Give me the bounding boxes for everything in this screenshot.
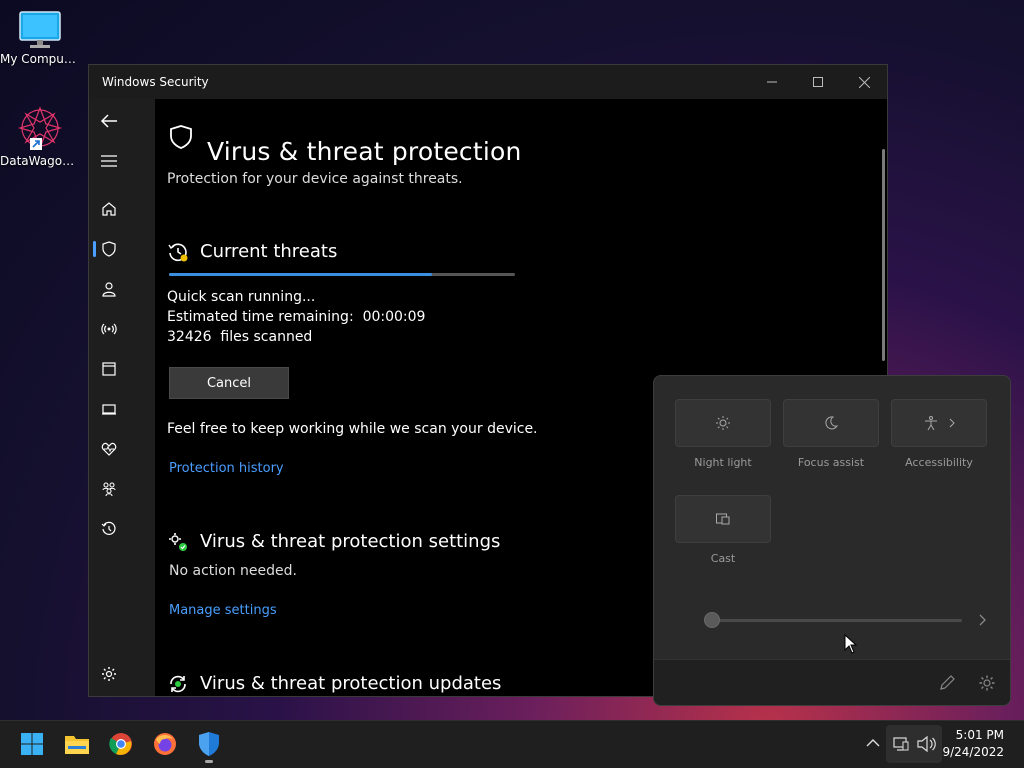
sidebar-item-home[interactable] <box>89 189 129 229</box>
files-scanned-text: 32426 files scanned <box>167 329 313 345</box>
maximize-button[interactable] <box>795 65 841 99</box>
close-icon <box>858 76 870 88</box>
taskbar-windows-security[interactable] <box>195 730 223 763</box>
heart-pulse-icon <box>101 442 117 456</box>
update-sync-icon <box>170 675 186 693</box>
manage-settings-link[interactable]: Manage settings <box>169 603 277 618</box>
family-icon <box>102 482 116 497</box>
clock-time: 5:01 PM <box>955 728 1004 742</box>
scan-status-text: Quick scan running... <box>167 289 316 305</box>
history-icon <box>101 521 116 535</box>
scan-progress-bar <box>169 273 515 276</box>
quick-settings-footer <box>654 659 1010 705</box>
settings-status-text: No action needed. <box>169 563 297 579</box>
focus-assist-tile[interactable] <box>783 399 879 447</box>
clock-date: 9/24/2022 <box>942 745 1004 759</box>
accessibility-tile[interactable] <box>891 399 987 447</box>
night-light-label: Night light <box>694 456 752 469</box>
scan-clock-icon <box>168 243 188 262</box>
scan-progress-fill <box>169 273 432 276</box>
cast-icon <box>716 513 730 525</box>
time-remaining-text: Estimated time remaining: 00:00:09 <box>167 309 426 325</box>
desktop-icon-label: My Computer <box>0 52 80 66</box>
brightness-slider-thumb[interactable] <box>704 612 720 628</box>
shield-icon <box>170 125 192 149</box>
scrollbar[interactable] <box>882 149 885 361</box>
shield-icon <box>102 241 116 257</box>
menu-button[interactable] <box>89 141 129 181</box>
gear-icon[interactable] <box>978 674 996 692</box>
current-threats-heading: Current threats <box>200 241 338 262</box>
firefox-icon <box>154 733 176 755</box>
windows-logo-icon <box>21 733 43 755</box>
back-arrow-icon <box>100 114 117 128</box>
chevron-right-icon[interactable] <box>979 614 987 626</box>
desktop-icon-datawagon[interactable]: DataWagon... <box>0 104 80 168</box>
sidebar-item-device-security[interactable] <box>89 389 129 429</box>
cast-tile[interactable] <box>675 495 771 543</box>
minimize-icon <box>767 81 777 83</box>
moon-icon <box>825 416 839 430</box>
laptop-icon <box>102 404 116 415</box>
datawagon-logo-icon <box>17 106 63 150</box>
sidebar-item-account[interactable] <box>89 269 129 309</box>
monitor-icon <box>19 11 61 48</box>
settings-gears-icon <box>169 533 187 551</box>
page-title: Virus & threat protection <box>207 137 522 166</box>
taskbar-clock[interactable]: 5:01 PM 9/24/2022 <box>942 727 1004 761</box>
security-shield-icon <box>199 732 219 756</box>
mouse-cursor-icon <box>844 634 857 654</box>
window-title: Windows Security <box>102 75 209 89</box>
app-window-icon <box>102 362 116 376</box>
sidebar-item-device-health[interactable] <box>89 429 129 469</box>
chevron-up-icon[interactable] <box>866 738 880 748</box>
taskbar-firefox[interactable] <box>151 730 179 758</box>
taskbar: 5:01 PM 9/24/2022 <box>0 720 1024 768</box>
sun-icon <box>716 416 730 430</box>
focus-assist-label: Focus assist <box>797 456 865 469</box>
gear-icon <box>102 667 116 681</box>
title-bar[interactable]: Windows Security <box>89 65 887 99</box>
brightness-slider-track[interactable] <box>712 619 962 622</box>
folder-icon <box>65 736 89 754</box>
sidebar-item-settings[interactable] <box>89 654 129 694</box>
protection-settings-heading: Virus & threat protection settings <box>200 531 501 552</box>
close-button[interactable] <box>841 65 887 99</box>
volume-icon <box>917 735 936 753</box>
desktop-icon-label: DataWagon... <box>0 154 80 168</box>
night-light-tile[interactable] <box>675 399 771 447</box>
scan-note-text: Feel free to keep working while we scan … <box>167 421 538 437</box>
desktop-icon-my-computer[interactable]: My Computer <box>0 10 80 66</box>
accessibility-icon <box>925 416 937 431</box>
sidebar-item-family[interactable] <box>89 469 129 509</box>
back-button[interactable] <box>89 101 129 141</box>
system-tray[interactable] <box>886 725 942 763</box>
wireless-icon <box>101 323 117 335</box>
page-subtitle: Protection for your device against threa… <box>167 171 463 187</box>
active-app-indicator <box>205 760 213 763</box>
sidebar-item-history[interactable] <box>89 509 129 549</box>
minimize-button[interactable] <box>749 65 795 99</box>
protection-history-link[interactable]: Protection history <box>169 461 284 476</box>
home-icon <box>102 202 116 216</box>
cancel-button[interactable]: Cancel <box>169 367 289 399</box>
maximize-icon <box>813 77 823 87</box>
hamburger-menu-icon <box>101 155 117 167</box>
network-icon <box>893 737 909 751</box>
taskbar-file-explorer[interactable] <box>63 730 91 758</box>
cast-label: Cast <box>710 552 736 565</box>
chevron-right-icon <box>949 418 955 428</box>
start-button[interactable] <box>18 730 46 758</box>
accessibility-label: Accessibility <box>905 456 973 469</box>
taskbar-chrome[interactable] <box>107 730 135 758</box>
quick-settings-panel: Night light Focus assist Accessibility C… <box>653 375 1011 706</box>
protection-updates-heading: Virus & threat protection updates <box>200 673 502 694</box>
sidebar-item-app-browser[interactable] <box>89 349 129 389</box>
sidebar-item-firewall[interactable] <box>89 309 129 349</box>
sidebar-item-virus-protection[interactable] <box>89 229 129 269</box>
account-icon <box>102 282 116 297</box>
sidebar <box>89 99 155 696</box>
edit-pencil-icon[interactable] <box>938 674 956 692</box>
chrome-icon <box>109 733 132 755</box>
